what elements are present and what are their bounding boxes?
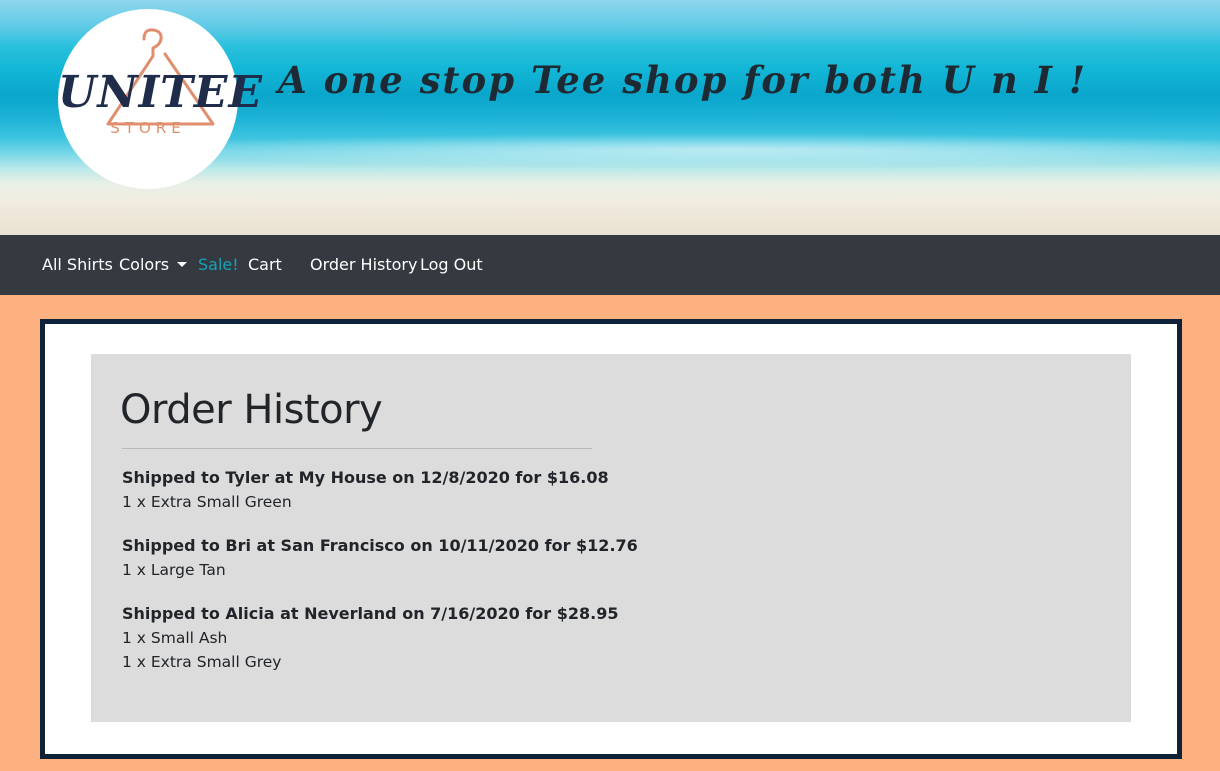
- tagline: A one stop Tee shop for both U n I !: [278, 58, 1088, 102]
- logo-subtitle: STORE: [110, 119, 186, 137]
- logo-wordmark: UNITEE: [58, 67, 263, 118]
- order-history-panel: Order History Shipped to Tyler at My Hou…: [91, 354, 1131, 722]
- main-navbar: All Shirts Colors Sale! Cart Order Histo…: [0, 235, 1220, 295]
- order-summary: Shipped to Bri at San Francisco on 10/11…: [122, 536, 638, 555]
- order-list: Shipped to Tyler at My House on 12/8/202…: [122, 466, 822, 694]
- store-logo[interactable]: UNITEE STORE: [58, 9, 263, 189]
- order-entry: Shipped to Bri at San Francisco on 10/11…: [122, 534, 822, 582]
- nav-sale[interactable]: Sale!: [198, 255, 239, 275]
- banner-sand: [0, 190, 1220, 235]
- header-banner: UNITEE STORE A one stop Tee shop for bot…: [0, 0, 1220, 235]
- order-item: 1 x Small Ash: [122, 629, 228, 647]
- title-divider: [122, 448, 592, 449]
- nav-colors-dropdown[interactable]: Colors: [119, 255, 188, 275]
- page-title: Order History: [120, 387, 383, 433]
- order-item: 1 x Extra Small Green: [122, 493, 292, 511]
- nav-log-out[interactable]: Log Out: [420, 255, 483, 275]
- nav-all-shirts[interactable]: All Shirts: [42, 255, 113, 275]
- content-frame: Order History Shipped to Tyler at My Hou…: [40, 319, 1182, 759]
- order-item: 1 x Large Tan: [122, 561, 226, 579]
- order-summary: Shipped to Alicia at Neverland on 7/16/2…: [122, 604, 619, 623]
- order-entry: Shipped to Tyler at My House on 12/8/202…: [122, 466, 822, 514]
- nav-cart[interactable]: Cart: [248, 255, 282, 275]
- order-entry: Shipped to Alicia at Neverland on 7/16/2…: [122, 602, 822, 674]
- order-summary: Shipped to Tyler at My House on 12/8/202…: [122, 468, 609, 487]
- chevron-down-icon: [177, 262, 188, 267]
- order-item: 1 x Extra Small Grey: [122, 653, 282, 671]
- nav-colors-label: Colors: [119, 255, 170, 274]
- nav-order-history[interactable]: Order History: [310, 255, 417, 275]
